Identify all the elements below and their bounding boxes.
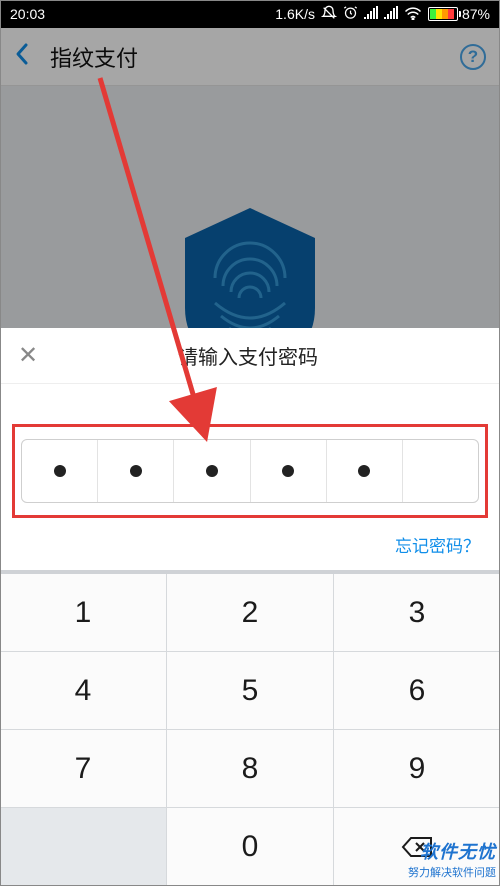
sheet-title: 请输入支付密码: [14, 341, 482, 370]
password-cell: [98, 440, 174, 502]
keypad-blank: [0, 808, 167, 886]
status-bar: 20:03 1.6K/s 87%: [0, 0, 500, 28]
signal-icon-1: [364, 6, 378, 22]
wifi-icon: [404, 6, 422, 23]
signal-icon-2: [384, 6, 398, 22]
status-right: 1.6K/s 87%: [45, 5, 490, 24]
alarm-icon: [343, 5, 358, 23]
password-cell: [327, 440, 403, 502]
watermark: 软件无忧 努力解决软件问题: [408, 838, 496, 880]
keypad-key-1[interactable]: 1: [0, 574, 167, 652]
forgot-password-link[interactable]: 忘记密码？: [0, 532, 480, 557]
battery-pct: 87%: [462, 6, 490, 22]
keypad-key-0[interactable]: 0: [167, 808, 334, 886]
watermark-subtitle: 努力解决软件问题: [408, 864, 496, 880]
keypad-key-6[interactable]: 6: [334, 652, 500, 730]
keypad-key-8[interactable]: 8: [167, 730, 334, 808]
keypad-key-4[interactable]: 4: [0, 652, 167, 730]
keypad-key-9[interactable]: 9: [334, 730, 500, 808]
password-input[interactable]: [21, 439, 479, 503]
password-cell: [22, 440, 98, 502]
password-cell: [251, 440, 327, 502]
keypad-key-2[interactable]: 2: [167, 574, 334, 652]
battery-indicator: 87%: [428, 6, 490, 22]
keypad-key-5[interactable]: 5: [167, 652, 334, 730]
status-time: 20:03: [10, 6, 45, 22]
password-highlight-box: [12, 424, 488, 518]
password-cell: [174, 440, 250, 502]
status-net-speed: 1.6K/s: [275, 6, 315, 22]
watermark-title: 软件无忧: [408, 838, 496, 864]
keypad-key-7[interactable]: 7: [0, 730, 167, 808]
password-cell: [403, 440, 478, 502]
keypad-key-3[interactable]: 3: [334, 574, 500, 652]
password-sheet: ✕ 请输入支付密码 忘记密码？ 1234567890: [0, 328, 500, 886]
dnd-icon: [321, 5, 337, 24]
